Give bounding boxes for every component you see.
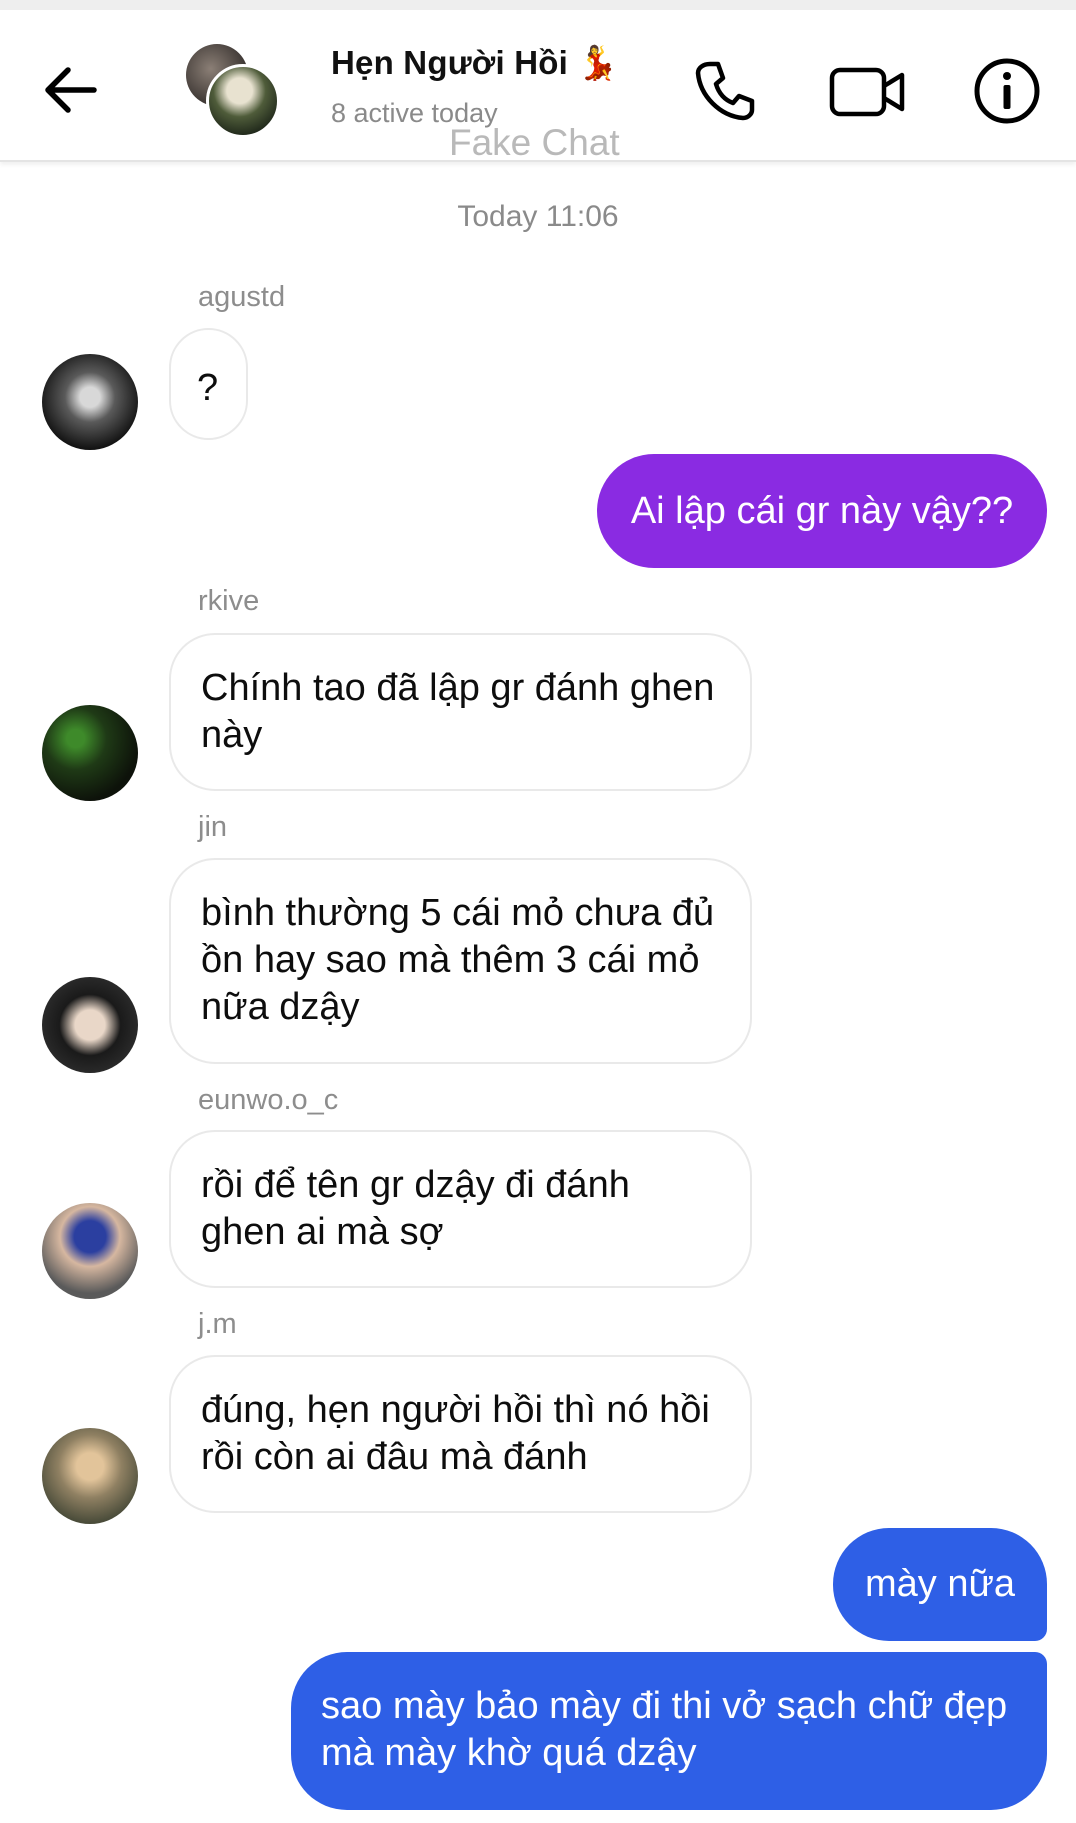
outgoing-message-bubble[interactable]: mày nữa: [833, 1528, 1047, 1641]
chat-title: Hẹn Người Hồi 💃: [331, 44, 619, 81]
outgoing-message-bubble[interactable]: Ai lập cái gr này vậy??: [597, 454, 1047, 568]
message-bubble[interactable]: Chính tao đã lập gr đánh ghen này: [169, 633, 752, 791]
avatar[interactable]: [42, 354, 138, 450]
avatar[interactable]: [42, 705, 138, 801]
message-bubble[interactable]: ?: [169, 328, 248, 440]
avatar[interactable]: [42, 1203, 138, 1299]
group-avatar-photo-2: [206, 64, 280, 138]
avatar[interactable]: [42, 977, 138, 1073]
phone-icon: [695, 61, 755, 121]
chat-header: Hẹn Người Hồi 💃 8 active today Fake Chat: [0, 10, 1076, 163]
back-arrow-icon: [45, 67, 97, 113]
info-button[interactable]: [972, 56, 1042, 126]
video-call-button[interactable]: [828, 56, 908, 126]
call-button[interactable]: [690, 56, 760, 126]
outgoing-message-bubble[interactable]: sao mày bảo mày đi thi vở sạch chữ đẹp m…: [291, 1652, 1047, 1810]
message-bubble[interactable]: bình thường 5 cái mỏ chưa đủ ồn hay sao …: [169, 858, 752, 1064]
group-avatar[interactable]: [186, 38, 282, 138]
sender-name: agustd: [198, 281, 286, 313]
sender-name: jin: [198, 811, 228, 843]
back-button[interactable]: [38, 55, 108, 125]
message-bubble[interactable]: đúng, hẹn người hồi thì nó hồi rồi còn a…: [169, 1355, 752, 1513]
chat-timestamp: Today 11:06: [457, 200, 619, 233]
sender-name: j.m: [198, 1308, 237, 1340]
sender-name: rkive: [198, 585, 260, 617]
video-camera-icon: [829, 67, 905, 117]
status-strip: [0, 0, 1076, 10]
message-bubble[interactable]: rồi để tên gr dzậy đi đánh ghen ai mà sợ: [169, 1130, 752, 1288]
chat-title-area[interactable]: Hẹn Người Hồi 💃: [331, 44, 619, 83]
watermark-text: Fake Chat: [449, 122, 620, 163]
info-icon: [974, 58, 1040, 124]
sender-name: eunwo.o_c: [198, 1084, 339, 1116]
avatar[interactable]: [42, 1428, 138, 1524]
